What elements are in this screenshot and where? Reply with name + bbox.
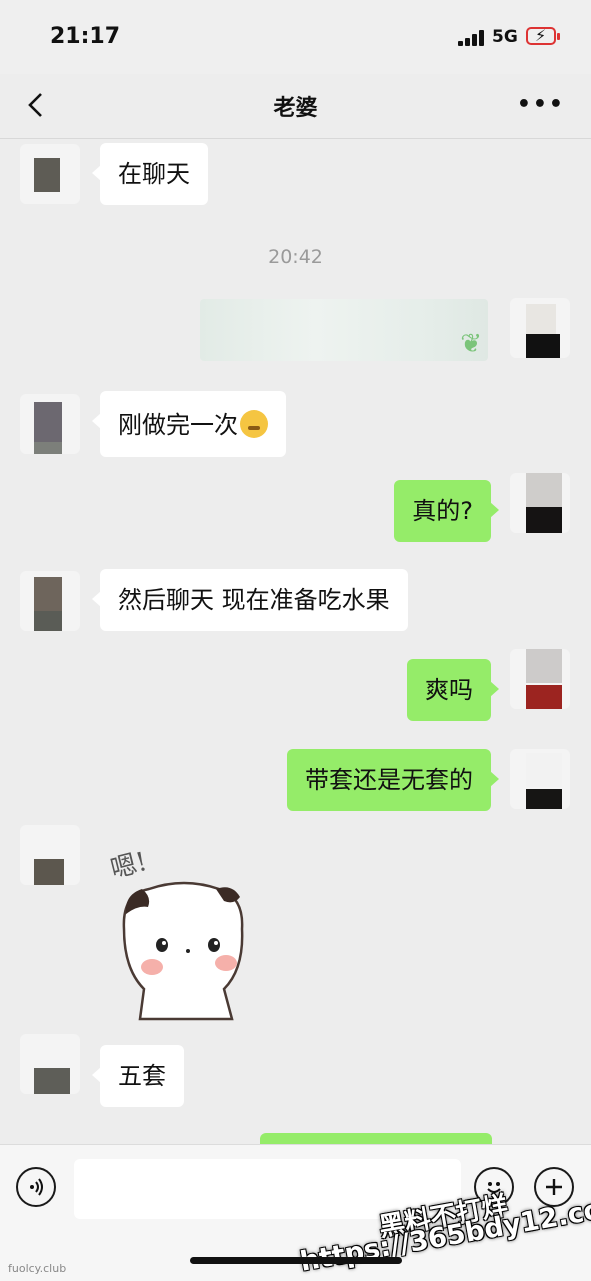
avatar[interactable] — [20, 394, 80, 454]
message-text: 刚做完一次 — [118, 411, 238, 439]
more-options-button[interactable]: ••• — [517, 92, 565, 117]
face-hand-over-mouth-icon — [240, 410, 268, 438]
avatar[interactable] — [20, 1034, 80, 1094]
watermark-corner: fuolcy.club — [8, 1262, 67, 1275]
status-bar: 21:17 5G ⚡ — [0, 0, 591, 74]
message-bubble-incoming[interactable]: 然后聊天 现在准备吃水果 — [92, 569, 408, 631]
avatar[interactable] — [20, 571, 80, 631]
chat-title: 老婆 — [273, 96, 318, 121]
message-bubble-outgoing[interactable]: 爽吗 — [407, 659, 499, 721]
message-bubble-incoming[interactable]: 五套 — [92, 1045, 184, 1107]
plant-icon: ❦ — [460, 329, 482, 359]
chat-header: 老婆 ••• — [0, 74, 591, 139]
avatar[interactable] — [510, 649, 570, 709]
message-list[interactable]: 在聊天 20:42 ❦ 刚做完一次 真的? 然后聊天 现在准备吃水果 爽吗 带套… — [0, 139, 591, 1144]
avatar[interactable] — [510, 749, 570, 809]
signal-icon — [458, 30, 486, 46]
message-bubble-incoming[interactable]: 在聊天 — [92, 143, 208, 205]
sticker-message[interactable]: 嗯! — [104, 839, 264, 1024]
status-time: 21:17 — [50, 24, 121, 49]
message-bubble-outgoing[interactable]: 真的? — [394, 480, 499, 542]
message-bubble-outgoing[interactable]: 带套还是无套的 — [287, 749, 499, 811]
avatar[interactable] — [20, 825, 80, 885]
message-timestamp: 20:42 — [268, 246, 323, 268]
image-message[interactable]: ❦ — [200, 299, 488, 361]
voice-icon[interactable] — [16, 1167, 56, 1207]
home-indicator — [190, 1257, 402, 1264]
message-bubble-outgoing[interactable] — [260, 1133, 492, 1144]
avatar[interactable] — [510, 298, 570, 358]
network-label: 5G — [492, 27, 518, 47]
avatar[interactable] — [20, 144, 80, 204]
battery-charging-icon: ⚡ — [526, 26, 560, 45]
avatar[interactable] — [510, 473, 570, 533]
message-bubble-incoming[interactable]: 刚做完一次 — [92, 391, 286, 457]
